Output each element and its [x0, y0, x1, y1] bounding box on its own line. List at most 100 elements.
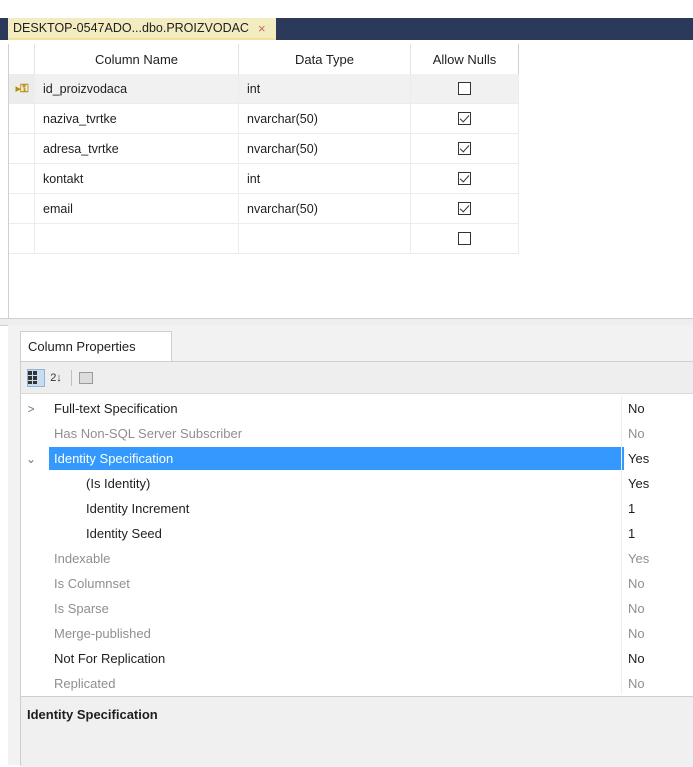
- column-name-cell[interactable]: email: [35, 194, 239, 224]
- property-pages-icon: [79, 371, 93, 384]
- row-selector[interactable]: [9, 224, 35, 254]
- row-selector[interactable]: [9, 194, 35, 224]
- row-selector[interactable]: [9, 134, 35, 164]
- property-name: Merge-published: [54, 626, 151, 641]
- allow-nulls-checkbox[interactable]: [458, 112, 471, 125]
- data-type-cell[interactable]: nvarchar(50): [239, 194, 411, 224]
- property-divider: [621, 546, 622, 571]
- property-row[interactable]: Indexable Yes: [21, 546, 693, 571]
- property-value[interactable]: No: [628, 651, 645, 666]
- property-divider: [621, 596, 622, 621]
- categorized-icon: [28, 370, 42, 385]
- table-row[interactable]: email nvarchar(50): [9, 194, 519, 224]
- property-value[interactable]: No: [628, 676, 645, 691]
- data-type-cell[interactable]: [239, 224, 411, 254]
- property-name: Is Sparse: [54, 601, 109, 616]
- properties-toolbar: 2↓: [21, 362, 693, 394]
- property-row[interactable]: Identity Seed 1: [21, 521, 693, 546]
- row-selector[interactable]: [9, 104, 35, 134]
- primary-key-icon: ▸⚿: [15, 82, 29, 95]
- property-divider: [621, 496, 622, 521]
- property-row[interactable]: Identity Increment 1: [21, 496, 693, 521]
- property-row[interactable]: Replicated No: [21, 671, 693, 694]
- property-divider: [621, 621, 622, 646]
- allow-nulls-checkbox[interactable]: [458, 82, 471, 95]
- property-value[interactable]: Yes: [628, 551, 649, 566]
- property-name: Not For Replication: [54, 651, 166, 666]
- property-name: Has Non-SQL Server Subscriber: [54, 426, 243, 441]
- property-value[interactable]: 1: [628, 501, 635, 516]
- table-row[interactable]: ▸⚿ id_proizvodaca int: [9, 74, 519, 104]
- data-type-cell[interactable]: int: [239, 164, 411, 194]
- column-name-cell[interactable]: id_proizvodaca: [35, 74, 239, 104]
- property-value[interactable]: No: [628, 426, 645, 441]
- property-row[interactable]: Merge-published No: [21, 621, 693, 646]
- property-divider: [621, 471, 622, 496]
- data-type-cell[interactable]: nvarchar(50): [239, 134, 411, 164]
- allow-nulls-header: Allow Nulls: [411, 44, 519, 74]
- column-name-header: Column Name: [35, 44, 239, 74]
- row-selector[interactable]: [9, 164, 35, 194]
- property-value[interactable]: No: [628, 626, 645, 641]
- data-type-cell[interactable]: int: [239, 74, 411, 104]
- chevron-right-icon[interactable]: >: [21, 402, 41, 416]
- property-name: Replicated: [54, 676, 116, 691]
- chevron-down-icon[interactable]: ⌄: [21, 452, 41, 466]
- allow-nulls-checkbox[interactable]: [458, 172, 471, 185]
- column-name-cell[interactable]: naziva_tvrtke: [35, 104, 239, 134]
- property-row[interactable]: Not For Replication No: [21, 646, 693, 671]
- property-grid: > Full-text Specification No Has Non-SQL Se…: [21, 396, 693, 694]
- property-divider: [621, 421, 622, 446]
- property-name: Identity Specification: [49, 447, 624, 470]
- property-value[interactable]: No: [628, 601, 645, 616]
- document-tab-title: DESKTOP-0547ADO...dbo.PROIZVODAC: [13, 21, 249, 35]
- allow-nulls-cell: [411, 224, 519, 254]
- property-name: Identity Increment: [86, 501, 190, 516]
- categorized-button[interactable]: [27, 368, 45, 387]
- table-row[interactable]: kontakt int: [9, 164, 519, 194]
- column-properties-panel: 2↓ > Full-text Specification No Has Non-SQL…: [20, 361, 693, 767]
- allow-nulls-checkbox[interactable]: [458, 142, 471, 155]
- property-divider: [621, 521, 622, 546]
- property-row[interactable]: Is Columnset No: [21, 571, 693, 596]
- table-row[interactable]: adresa_tvrtke nvarchar(50): [9, 134, 519, 164]
- close-icon[interactable]: ×: [258, 22, 266, 35]
- allow-nulls-cell: [411, 104, 519, 134]
- table-row[interactable]: naziva_tvrtke nvarchar(50): [9, 104, 519, 134]
- property-value[interactable]: 1: [628, 526, 635, 541]
- property-row[interactable]: (Is Identity) Yes: [21, 471, 693, 496]
- row-selector[interactable]: ▸⚿: [9, 74, 35, 104]
- alphabetical-button[interactable]: 2↓: [47, 369, 65, 387]
- column-name-cell[interactable]: kontakt: [35, 164, 239, 194]
- property-value[interactable]: Yes: [628, 451, 649, 466]
- property-value[interactable]: No: [628, 401, 645, 416]
- allow-nulls-cell: [411, 74, 519, 104]
- data-type-cell[interactable]: nvarchar(50): [239, 104, 411, 134]
- property-row[interactable]: ⌄ Identity Specification Yes: [21, 446, 693, 471]
- property-row[interactable]: Has Non-SQL Server Subscriber No: [21, 421, 693, 446]
- allow-nulls-checkbox[interactable]: [458, 202, 471, 215]
- properties-area: Column Properties 2↓ > Full-text Specific…: [8, 325, 693, 767]
- property-divider: [621, 646, 622, 671]
- column-name-cell[interactable]: [35, 224, 239, 254]
- table-row[interactable]: [9, 224, 519, 254]
- allow-nulls-cell: [411, 134, 519, 164]
- allow-nulls-cell: [411, 194, 519, 224]
- table-designer-grid: Column Name Data Type Allow Nulls ▸⚿ id_p…: [8, 44, 693, 320]
- property-divider: [621, 671, 622, 694]
- property-value[interactable]: Yes: [628, 476, 649, 491]
- property-pages-button[interactable]: [78, 369, 96, 387]
- column-name-cell[interactable]: adresa_tvrtke: [35, 134, 239, 164]
- allow-nulls-cell: [411, 164, 519, 194]
- data-type-header: Data Type: [239, 44, 411, 74]
- property-value[interactable]: No: [628, 576, 645, 591]
- property-row[interactable]: Is Sparse No: [21, 596, 693, 621]
- tab-column-properties[interactable]: Column Properties: [20, 331, 172, 361]
- property-divider: [621, 446, 622, 471]
- document-tab[interactable]: DESKTOP-0547ADO...dbo.PROIZVODAC ×: [8, 18, 276, 40]
- description-pane: Identity Specification: [21, 696, 693, 767]
- property-row[interactable]: > Full-text Specification No: [21, 396, 693, 421]
- description-title: Identity Specification: [27, 707, 158, 722]
- row-selector-header: [9, 44, 35, 74]
- allow-nulls-checkbox[interactable]: [458, 232, 471, 245]
